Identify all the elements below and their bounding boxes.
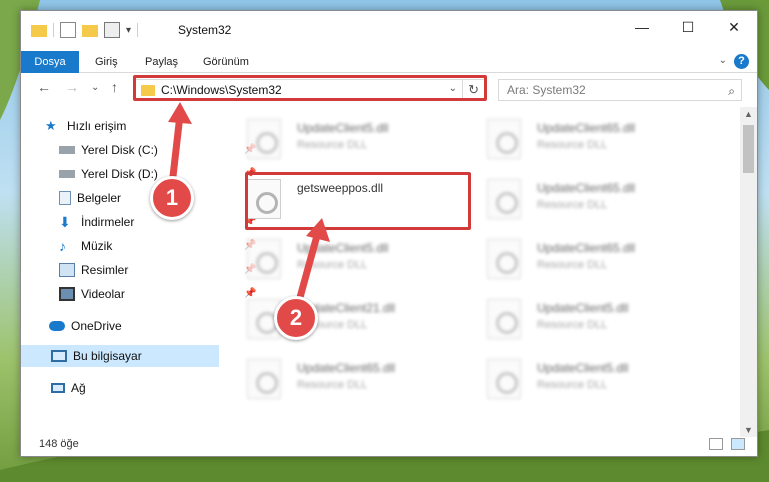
cloud-icon: [49, 321, 65, 331]
navigation-pane: ★ Hızlı erişim Yerel Disk (C:) 📌 Yerel D…: [21, 107, 256, 437]
dll-file-icon: [247, 119, 281, 159]
network-icon: [51, 383, 65, 393]
sidebar-item-videos[interactable]: Videolar 📌: [59, 283, 256, 305]
videos-icon: [59, 287, 75, 301]
large-icons-view-icon[interactable]: [731, 438, 745, 450]
tab-file[interactable]: Dosya: [21, 51, 79, 73]
dll-file-icon: [487, 119, 521, 159]
dll-file-icon: [247, 239, 281, 279]
sidebar-item-documents[interactable]: Belgeler 📌: [59, 187, 256, 209]
step-marker-1: 1: [150, 176, 194, 220]
sidebar-item-onedrive[interactable]: OneDrive: [49, 315, 122, 337]
quick-access-toolbar: ▾: [31, 22, 139, 38]
tab-view[interactable]: Görünüm: [193, 51, 259, 73]
tab-share[interactable]: Paylaş: [135, 51, 188, 73]
up-icon[interactable]: ↑: [111, 79, 118, 95]
file-highlight: [245, 172, 471, 230]
ribbon-tabs: Dosya Giriş Paylaş Görünüm ⌄ ?: [21, 51, 757, 73]
file-list: UpdateClient5.dll Resource DLL UpdateCli…: [221, 107, 739, 437]
pictures-icon: [59, 263, 75, 277]
forward-icon[interactable]: →: [65, 79, 79, 95]
tab-home[interactable]: Giriş: [85, 51, 128, 73]
sidebar-item-music[interactable]: ♪ Müzik 📌: [59, 235, 256, 257]
scrollbar-thumb[interactable]: [743, 125, 754, 173]
search-icon[interactable]: ⌕: [728, 81, 735, 101]
dll-file-icon: [487, 239, 521, 279]
sidebar-item-this-pc[interactable]: Bu bilgisayar: [21, 345, 219, 367]
folder-icon[interactable]: [31, 25, 47, 37]
new-folder-icon[interactable]: [82, 25, 98, 37]
minimize-button[interactable]: —: [619, 11, 665, 43]
step-marker-2: 2: [274, 296, 318, 340]
sidebar-item-pictures[interactable]: Resimler 📌: [59, 259, 256, 281]
close-button[interactable]: ✕: [711, 11, 757, 43]
status-bar: 148 öğe: [21, 434, 757, 456]
recent-locations-icon[interactable]: ⌄: [91, 82, 99, 93]
title-bar: ▾ System32 — ☐ ✕: [21, 11, 757, 51]
file-item[interactable]: UpdateClient65.dll Resource DLL: [481, 115, 716, 171]
file-item[interactable]: UpdateClient5.dll Resource DLL: [481, 355, 716, 411]
dll-file-icon: [487, 179, 521, 219]
music-icon: ♪: [59, 238, 66, 254]
file-item[interactable]: UpdateClient5.dll Resource DLL: [241, 115, 476, 171]
sidebar-item-disk-d[interactable]: Yerel Disk (D:) 📌: [59, 163, 256, 185]
sidebar-item-downloads[interactable]: ⬇ İndirmeler 📌: [59, 211, 256, 233]
file-item[interactable]: UpdateClient5.dll Resource DLL: [481, 295, 716, 351]
window-controls: — ☐ ✕: [619, 11, 757, 43]
item-count: 148 öğe: [39, 438, 79, 450]
back-icon[interactable]: ←: [37, 79, 51, 95]
documents-icon: [59, 191, 71, 205]
search-placeholder: Ara: System32: [507, 83, 586, 97]
file-item[interactable]: UpdateClient5.dll Resource DLL: [241, 235, 476, 291]
properties-icon[interactable]: [60, 22, 76, 38]
dll-file-icon: [487, 299, 521, 339]
sidebar-item-quick-access[interactable]: ★ Hızlı erişim: [45, 115, 126, 137]
search-input[interactable]: Ara: System32 ⌕: [498, 79, 742, 101]
sidebar-item-network[interactable]: Ağ: [51, 377, 86, 399]
file-item[interactable]: UpdateClient65.dll Resource DLL: [481, 235, 716, 291]
address-bar-highlight: [133, 75, 487, 101]
sidebar-item-disk-c[interactable]: Yerel Disk (C:) 📌: [59, 139, 256, 161]
computer-icon: [51, 350, 67, 362]
vertical-scrollbar[interactable]: ▲ ▼: [740, 107, 757, 437]
star-icon: ★: [45, 118, 57, 133]
drive-icon: [59, 170, 75, 178]
dll-file-icon: [247, 359, 281, 399]
file-item[interactable]: UpdateClient65.dll Resource DLL: [481, 175, 716, 231]
drive-icon: [59, 146, 75, 154]
scroll-up-icon[interactable]: ▲: [744, 109, 753, 119]
details-view-icon[interactable]: [709, 438, 723, 450]
dll-file-icon: [487, 359, 521, 399]
file-item[interactable]: UpdateClient65.dll Resource DLL: [241, 355, 476, 411]
maximize-button[interactable]: ☐: [665, 11, 711, 43]
downloads-icon: ⬇: [59, 214, 71, 230]
window-title: System32: [178, 23, 232, 37]
help-icon[interactable]: ?: [734, 54, 749, 69]
view-options-icon[interactable]: [104, 22, 120, 38]
customize-toolbar-icon[interactable]: ▾: [126, 25, 131, 36]
ribbon-expand-icon[interactable]: ⌄: [719, 55, 727, 66]
